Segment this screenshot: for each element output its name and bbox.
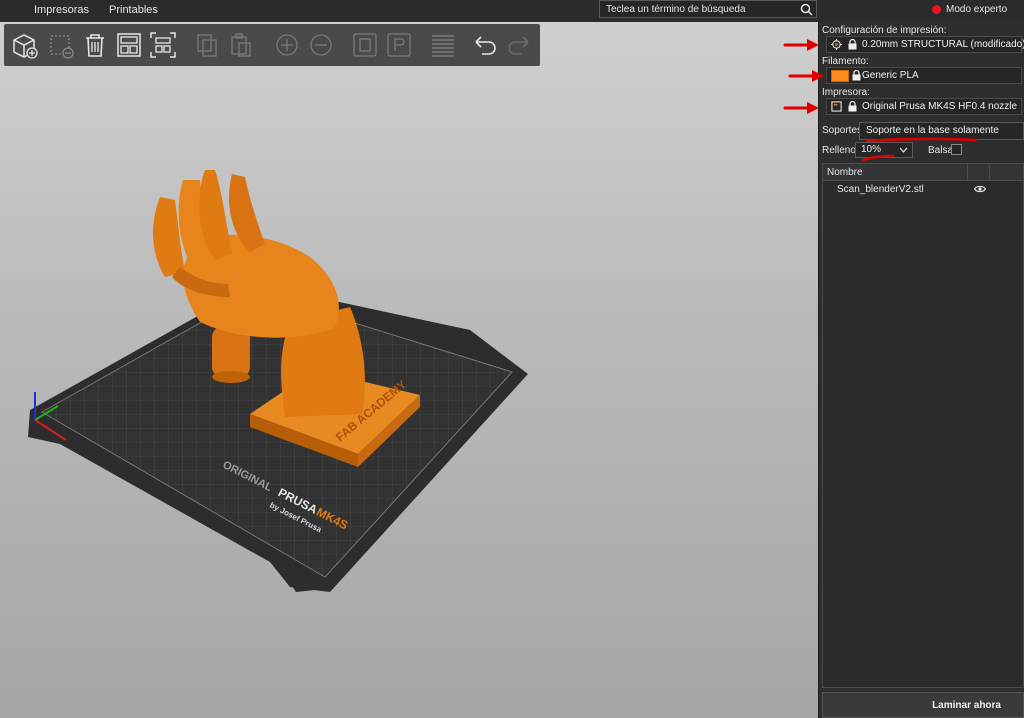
trash-icon xyxy=(86,34,104,57)
3d-viewport[interactable]: ORIGINAL PRUSA MK4S by Josef Prusa FAB A… xyxy=(0,22,818,718)
column-divider xyxy=(967,164,968,181)
print-settings-label: Configuración de impresión: xyxy=(822,25,947,36)
filament-label: Filamento: xyxy=(822,56,869,67)
annotation-arrow-icon xyxy=(783,39,819,51)
printer-label: Impresora: xyxy=(822,87,870,98)
raft-checkbox[interactable] xyxy=(951,144,962,155)
undo-icon xyxy=(475,36,496,55)
add-object-button[interactable] xyxy=(10,30,40,60)
split-parts-icon xyxy=(387,33,411,57)
filament-color-swatch[interactable] xyxy=(831,70,849,82)
remove-instance-icon xyxy=(310,34,332,56)
arrange-icon xyxy=(117,33,141,57)
delete-all-button[interactable] xyxy=(80,30,110,60)
lock-icon xyxy=(848,39,857,50)
search-icon[interactable] xyxy=(800,3,813,16)
redo-button[interactable] xyxy=(504,30,534,60)
search-placeholder: Teclea un término de búsqueda xyxy=(606,4,746,15)
print-profile-value: 0.20mm STRUCTURAL (modificado) xyxy=(862,39,1024,50)
split-parts-button[interactable] xyxy=(384,30,414,60)
arrange-button[interactable] xyxy=(114,30,144,60)
top-toolbar xyxy=(4,24,540,66)
undo-button[interactable] xyxy=(470,30,500,60)
infill-label: Relleno: xyxy=(822,145,859,156)
list-item[interactable]: Scan_blenderV2.stl xyxy=(823,182,1023,198)
printer-profile-value: Original Prusa MK4S HF0.4 nozzle xyxy=(862,101,1018,112)
mode-label: Modo experto xyxy=(946,4,1008,15)
split-objects-button[interactable] xyxy=(350,30,380,60)
expert-mode-dot-icon xyxy=(932,5,941,14)
supports-value: Soporte en la base solamente xyxy=(866,125,999,136)
redo-icon xyxy=(508,36,529,55)
tab-printables[interactable]: Printables xyxy=(109,4,158,16)
split-objects-icon xyxy=(353,33,377,57)
column-name-header[interactable]: Nombre xyxy=(827,167,863,178)
lock-icon xyxy=(848,101,857,112)
search-input[interactable]: Teclea un término de búsqueda xyxy=(599,0,817,18)
slice-button-label: Laminar ahora xyxy=(932,700,1001,711)
printer-icon xyxy=(831,101,842,112)
copy-button[interactable] xyxy=(192,30,222,60)
add-instance-icon xyxy=(276,34,298,56)
paste-button[interactable] xyxy=(226,30,256,60)
annotation-underline xyxy=(861,154,895,162)
slice-now-button[interactable]: Laminar ahora xyxy=(822,692,1024,718)
arrange-selection-icon xyxy=(150,32,176,58)
object-list: Nombre Scan_blenderV2.stl xyxy=(822,163,1024,688)
object-name: Scan_blenderV2.stl xyxy=(837,184,924,195)
chevron-down-icon xyxy=(899,147,908,153)
delete-button[interactable] xyxy=(46,30,76,60)
delete-icon xyxy=(50,35,74,59)
remove-instance-button[interactable] xyxy=(306,30,336,60)
print-settings-icon xyxy=(831,39,842,50)
printer-profile-select[interactable]: Original Prusa MK4S HF0.4 nozzle xyxy=(826,98,1022,115)
print-profile-select[interactable]: 0.20mm STRUCTURAL (modificado) xyxy=(826,36,1024,53)
top-menu-bar: Impresoras Printables Teclea un término … xyxy=(0,0,1024,22)
layers-icon xyxy=(432,35,454,57)
paste-icon xyxy=(231,33,251,57)
add-object-icon xyxy=(13,34,38,59)
annotation-arrow-icon xyxy=(783,102,819,114)
object-list-header: Nombre xyxy=(823,164,1023,181)
filament-profile-value: Generic PLA xyxy=(862,70,919,81)
lock-icon xyxy=(852,70,861,81)
arrange-selection-button[interactable] xyxy=(148,30,178,60)
variable-layer-height-button[interactable] xyxy=(428,30,458,60)
tab-printers[interactable]: Impresoras xyxy=(34,4,89,16)
copy-icon xyxy=(197,34,217,57)
column-divider xyxy=(989,164,990,181)
filament-profile-select[interactable]: Generic PLA xyxy=(826,67,1022,84)
add-instance-button[interactable] xyxy=(272,30,302,60)
eye-icon[interactable] xyxy=(974,185,986,193)
annotation-arrow-icon xyxy=(788,70,824,82)
scene-canvas: ORIGINAL PRUSA MK4S by Josef Prusa FAB A… xyxy=(28,170,528,592)
